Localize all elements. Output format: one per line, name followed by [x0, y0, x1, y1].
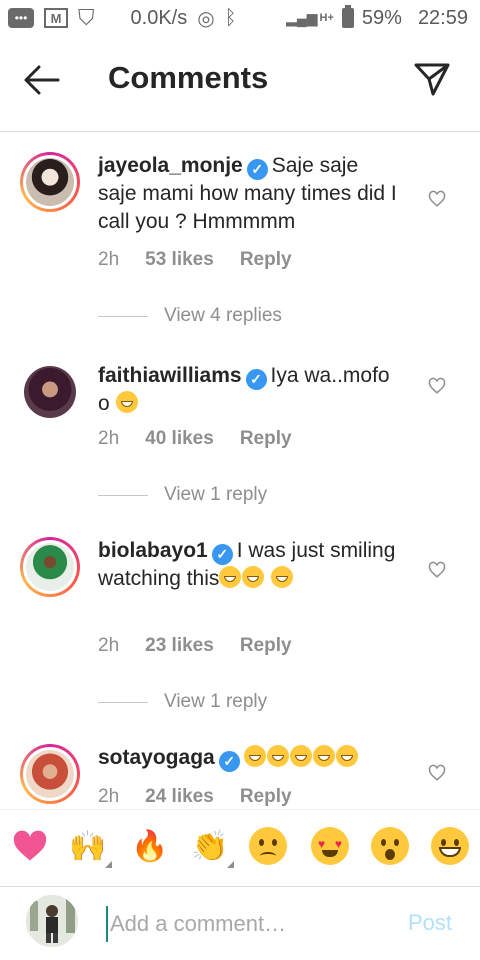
grinning-face-emoji [219, 566, 242, 588]
like-heart-icon[interactable] [428, 764, 446, 782]
post-button[interactable]: Post [408, 910, 452, 936]
comment-list[interactable]: jayeola_monje ✓ Saje saje saje mami how ma… [0, 132, 480, 809]
net-speed: 0.0K/s [130, 6, 188, 29]
crying-face-icon[interactable] [248, 826, 288, 866]
divider [98, 494, 148, 496]
clock: 22:59 [417, 6, 468, 29]
comment-body: biolabayo1 ✓ I was just smiling watching t… [98, 537, 398, 593]
messages-notification-icon: ••• [8, 8, 34, 28]
view-replies-button[interactable]: View 1 reply [98, 691, 267, 713]
comment-time: 2h [98, 249, 120, 270]
surprised-face-icon[interactable] [370, 826, 410, 866]
like-heart-icon[interactable] [428, 561, 446, 579]
comment-username[interactable]: jayeola_monje [98, 154, 243, 177]
signal-icon: ▂▄▆ [286, 9, 318, 26]
clapping-hands-icon[interactable]: 👏 [190, 826, 234, 868]
view-replies-label: View 1 reply [164, 691, 268, 712]
hotspot-icon: ◎ [197, 7, 215, 30]
verified-badge-icon: ✓ [211, 544, 233, 565]
divider [98, 315, 148, 317]
heart-icon[interactable] [10, 826, 50, 866]
grinning-face-emoji [115, 391, 138, 413]
reply-button[interactable]: Reply [240, 249, 292, 271]
like-heart-icon[interactable] [428, 190, 446, 208]
comment-meta: 2h 23 likes Reply [98, 635, 292, 657]
verified-badge-icon: ✓ [245, 369, 267, 390]
grinning-face-emoji [312, 745, 335, 767]
comment-likes[interactable]: 24 likes [145, 786, 214, 808]
grinning-face-emoji [243, 745, 266, 767]
reply-button[interactable]: Reply [240, 635, 292, 657]
battery-icon [341, 5, 354, 28]
comment-username[interactable]: biolabayo1 [98, 539, 208, 562]
verified-badge-icon: ✓ [218, 751, 240, 772]
direct-send-icon[interactable] [412, 60, 452, 98]
view-replies-button[interactable]: View 4 replies [98, 305, 282, 327]
back-arrow-icon[interactable] [22, 62, 62, 98]
heart-eyes-icon[interactable]: ♥ ♥ [310, 826, 350, 866]
comment-body: jayeola_monje ✓ Saje saje saje mami how ma… [98, 152, 398, 236]
avatar[interactable] [20, 152, 80, 212]
reply-button[interactable]: Reply [240, 786, 292, 808]
comment-body: sotayogaga ✓ [98, 744, 398, 772]
verified-badge-icon: ✓ [246, 159, 268, 180]
status-bar: ••• M ⛉ 0.0K/s ◎ ᛒ ▂▄▆ H+ 59% 22:59 [0, 0, 480, 36]
comment-time: 2h [98, 428, 120, 449]
grinning-face-emoji [242, 566, 265, 588]
comment-input[interactable] [106, 906, 392, 942]
network-type: H+ [319, 12, 334, 24]
avatar[interactable] [20, 744, 80, 804]
comment-likes[interactable]: 53 likes [145, 249, 214, 271]
comment-composer: Post [0, 886, 480, 960]
raised-hands-icon[interactable]: 🙌 [68, 826, 112, 868]
divider [98, 701, 148, 703]
view-replies-label: View 4 replies [164, 305, 282, 326]
avatar[interactable] [20, 362, 80, 422]
grinning-face-emoji [335, 745, 358, 767]
grinning-face-emoji [289, 745, 312, 767]
bluetooth-icon: ᛒ [224, 6, 237, 29]
like-heart-icon[interactable] [428, 377, 446, 395]
comment-meta: 2h 53 likes Reply [98, 249, 292, 271]
reply-button[interactable]: Reply [240, 428, 292, 450]
comment-meta: 2h 40 likes Reply [98, 428, 292, 450]
comment-likes[interactable]: 23 likes [145, 635, 214, 657]
comment-time: 2h [98, 635, 120, 656]
comment-meta: 2h 24 likes Reply [98, 786, 292, 808]
grinning-face-emoji [266, 745, 289, 767]
header: Comments [0, 36, 480, 132]
view-replies-label: View 1 reply [164, 484, 268, 505]
fire-icon[interactable]: 🔥 [130, 826, 170, 866]
gmail-notification-icon: M [44, 8, 68, 28]
comment-username[interactable]: sotayogaga [98, 746, 215, 769]
comment-username[interactable]: faithiawilliams [98, 364, 242, 387]
battery-level: 59% [361, 6, 402, 29]
shirt-notification-icon: ⛉ [78, 5, 95, 30]
current-user-avatar [26, 895, 78, 947]
view-replies-button[interactable]: View 1 reply [98, 484, 267, 506]
grinning-face-icon[interactable] [430, 826, 470, 866]
comment-time: 2h [98, 786, 120, 807]
comment-body: faithiawilliams ✓ Iya wa..mofo o [98, 362, 398, 418]
emoji-quick-bar: 🙌 🔥 👏 ♥ ♥ [0, 809, 480, 887]
avatar[interactable] [20, 537, 80, 597]
page-title: Comments [108, 60, 269, 95]
grinning-face-emoji [271, 566, 294, 588]
comment-likes[interactable]: 40 likes [145, 428, 214, 450]
